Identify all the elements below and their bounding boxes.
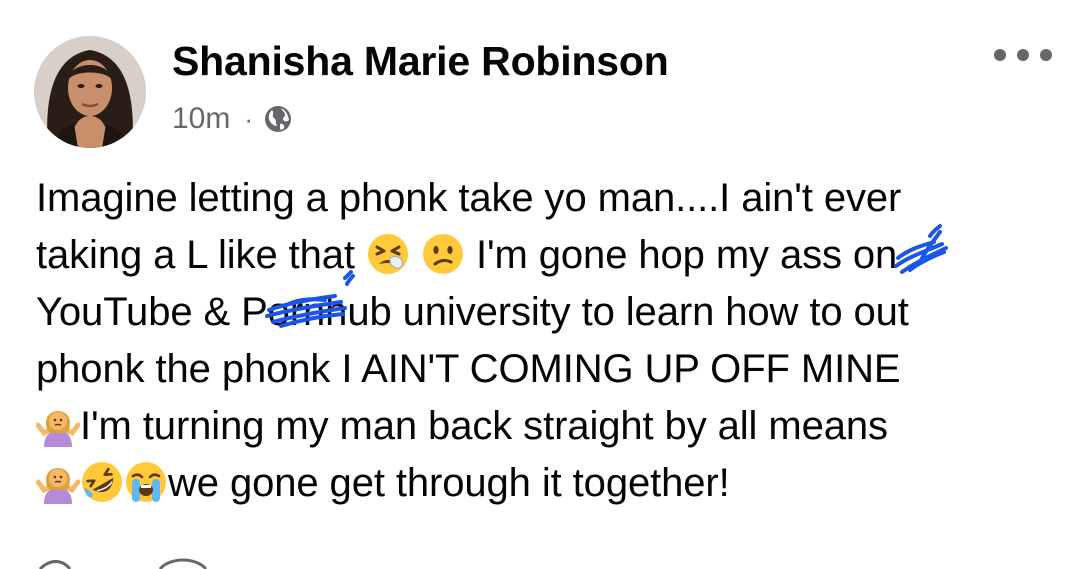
rolling-laughing-emoji — [80, 460, 124, 504]
meta-separator: · — [244, 103, 254, 134]
person-shrugging-emoji — [35, 403, 81, 447]
post-text-line: I'm turning my man back straight by all … — [35, 398, 1046, 455]
post-text-line: YouTube & Pornhub university to learn ho… — [36, 290, 909, 334]
person-shrugging-emoji — [35, 460, 81, 504]
post-timestamp[interactable]: 10m — [172, 102, 230, 136]
author-name[interactable]: Shanisha Marie Robinson — [172, 38, 669, 85]
tired-face-emoji — [366, 232, 410, 276]
confused-face-emoji — [421, 232, 465, 276]
profile-photo — [34, 36, 146, 148]
more-options-icon[interactable] — [994, 40, 1052, 70]
facebook-post: Shanisha Marie Robinson 10m · Imagine le… — [0, 0, 1080, 569]
loudly-crying-emoji — [124, 460, 168, 504]
reactions-bar — [38, 558, 208, 569]
post-text-line: Imagine letting a phonk take yo man....I… — [36, 176, 902, 220]
post-text-line: phonk the phonk I AIN'T COMING UP OFF MI… — [36, 347, 901, 391]
post-text: Imagine letting a phonk take yo man....I… — [35, 170, 1046, 512]
post-text-line: taking a L like that I'm gone hop my ass… — [36, 232, 898, 277]
post-text-line: we gone get through it together! — [35, 455, 1046, 512]
globe-icon — [263, 104, 293, 134]
post-meta: 10m · — [172, 99, 293, 139]
avatar[interactable] — [34, 36, 146, 148]
